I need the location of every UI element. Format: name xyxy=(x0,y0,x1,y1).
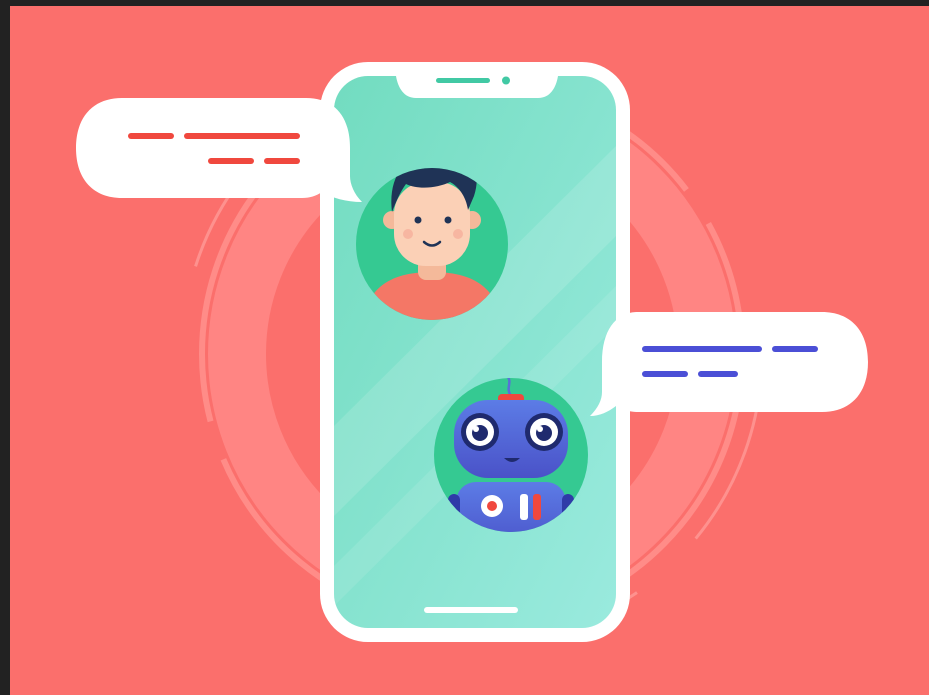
phone-camera xyxy=(502,76,510,85)
bot-message-line-3 xyxy=(642,371,688,377)
user-message-line-4 xyxy=(264,158,300,164)
phone-speaker xyxy=(436,78,490,83)
screenshot-frame xyxy=(0,0,929,695)
user-message-line-2 xyxy=(184,133,300,139)
user-speech-bubble xyxy=(76,98,362,202)
bot-speech-bubble xyxy=(590,312,868,416)
bot-message-line-2 xyxy=(772,346,818,352)
user-message-line-1 xyxy=(128,133,174,139)
home-indicator xyxy=(424,607,518,613)
user-message-line-3 xyxy=(208,158,254,164)
illustration-canvas xyxy=(10,6,929,695)
chatbot-illustration xyxy=(76,62,868,646)
bot-message-line-4 xyxy=(698,371,738,377)
phone-icon xyxy=(320,62,630,642)
bot-message-line-1 xyxy=(642,346,762,352)
